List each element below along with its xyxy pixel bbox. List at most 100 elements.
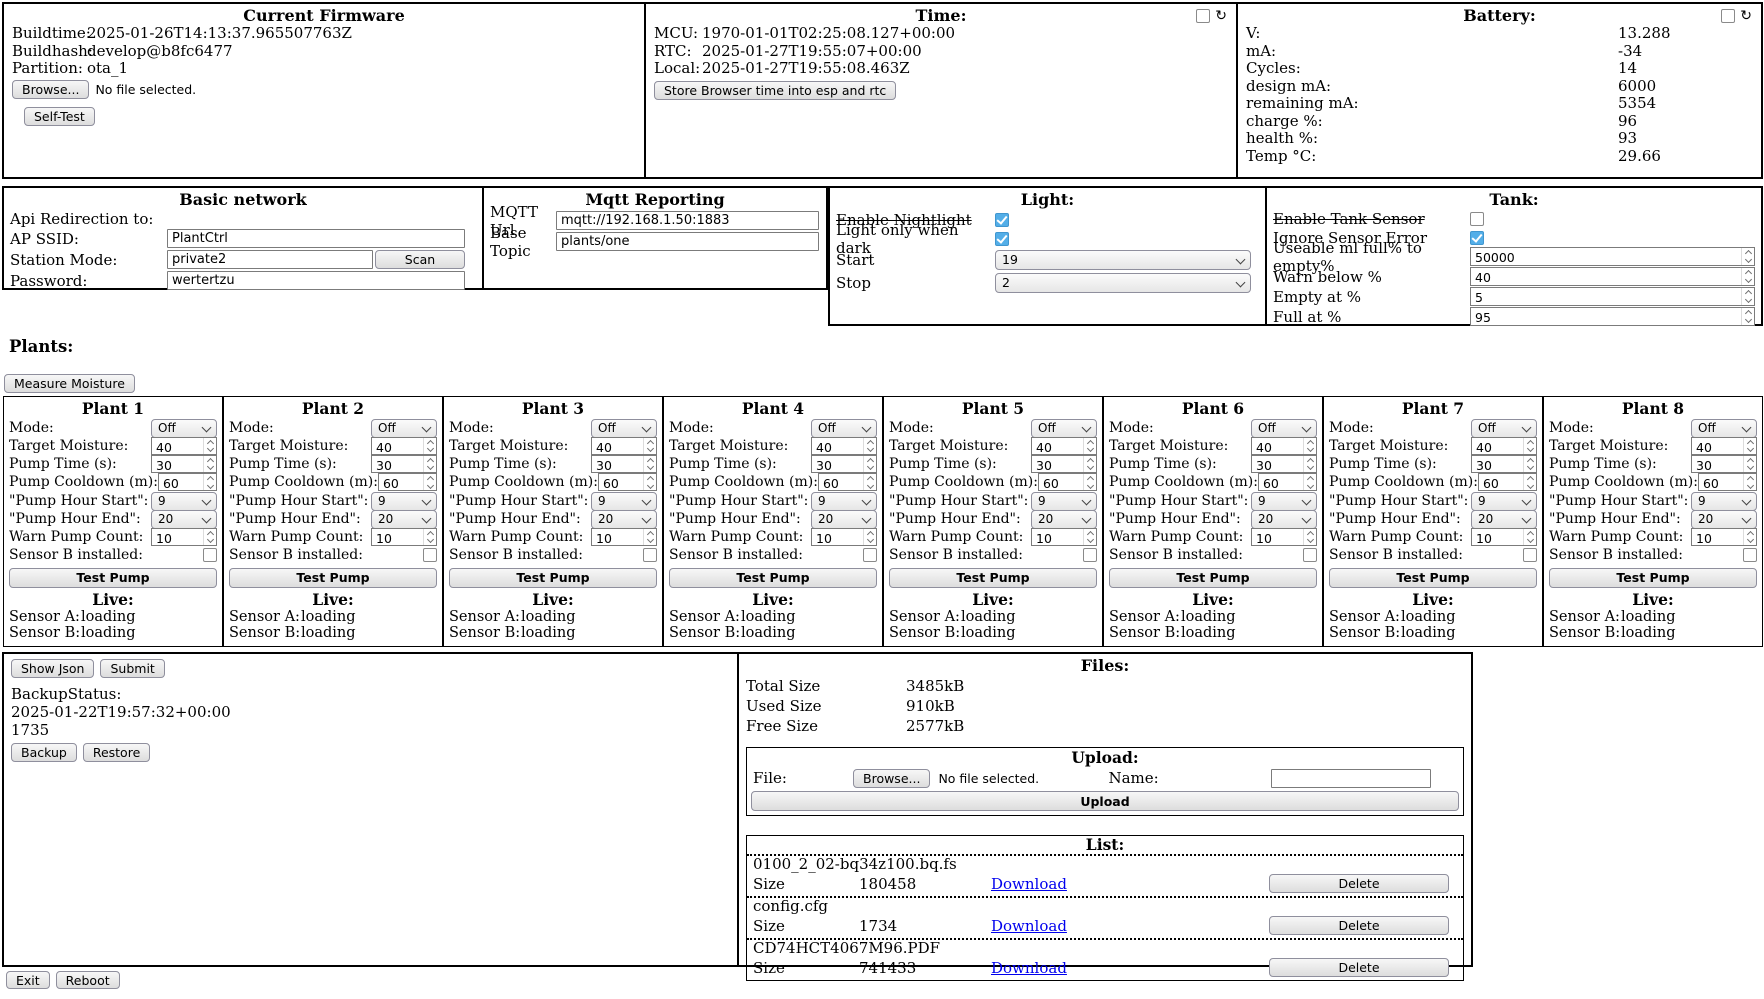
test-pump-button[interactable]: Test Pump — [9, 568, 217, 588]
empty-at-input[interactable] — [1471, 289, 1754, 306]
download-link[interactable]: Download — [991, 959, 1067, 977]
refresh-icon[interactable]: ↻ — [1215, 9, 1227, 23]
spinner-icon[interactable] — [863, 456, 876, 472]
measure-moisture-button[interactable]: Measure Moisture — [4, 374, 135, 393]
ap-ssid-input[interactable] — [167, 229, 465, 248]
password-input[interactable] — [167, 271, 465, 290]
self-test-button[interactable]: Self-Test — [24, 107, 95, 126]
download-link[interactable]: Download — [991, 875, 1067, 893]
spinner-icon[interactable] — [1741, 288, 1754, 305]
spinner-icon[interactable] — [1083, 474, 1096, 490]
submit-button[interactable]: Submit — [100, 659, 164, 678]
spinner-icon[interactable] — [1083, 438, 1096, 454]
plant-8-select[interactable]: 20 — [1691, 510, 1757, 529]
spinner-icon[interactable] — [1743, 474, 1756, 490]
spinner-icon[interactable] — [1741, 268, 1754, 285]
spinner-icon[interactable] — [1303, 474, 1316, 490]
test-pump-button[interactable]: Test Pump — [669, 568, 877, 588]
time-auto-refresh-checkbox[interactable] — [1196, 9, 1210, 23]
spinner-icon[interactable] — [1523, 438, 1536, 454]
spinner-icon[interactable] — [1083, 456, 1096, 472]
refresh-icon[interactable]: ↻ — [1740, 9, 1752, 23]
plant-4-select[interactable]: 20 — [811, 510, 877, 529]
spinner-icon[interactable] — [1303, 529, 1316, 545]
restore-button[interactable]: Restore — [83, 743, 150, 762]
upload-name-input[interactable] — [1271, 769, 1431, 788]
spinner-icon[interactable] — [1083, 529, 1096, 545]
plant-2-select[interactable]: 20 — [371, 510, 437, 529]
plant-8-sensor-b-checkbox[interactable] — [1743, 548, 1757, 562]
plant-3-sensor-b-checkbox[interactable] — [643, 548, 657, 562]
test-pump-button[interactable]: Test Pump — [1329, 568, 1537, 588]
spinner-icon[interactable] — [1741, 308, 1754, 325]
light-stop-select[interactable]: 2 — [995, 273, 1251, 293]
store-browser-time-button[interactable]: Store Browser time into esp and rtc — [654, 81, 896, 100]
full-at-input[interactable] — [1471, 309, 1754, 326]
spinner-icon[interactable] — [1743, 438, 1756, 454]
plant-1-sensor-b-checkbox[interactable] — [203, 548, 217, 562]
plant-5-select[interactable]: 9 — [1031, 492, 1097, 511]
spinner-icon[interactable] — [1303, 456, 1316, 472]
plant-2-sensor-b-checkbox[interactable] — [423, 548, 437, 562]
plant-5-select[interactable]: 20 — [1031, 510, 1097, 529]
plant-3-select[interactable]: 9 — [591, 492, 657, 511]
spinner-icon[interactable] — [1303, 438, 1316, 454]
plant-4-sensor-b-checkbox[interactable] — [863, 548, 877, 562]
spinner-icon[interactable] — [203, 438, 216, 454]
firmware-browse-button[interactable]: Browse... — [12, 80, 89, 99]
enable-tank-sensor-checkbox[interactable] — [1470, 212, 1484, 226]
base-topic-input[interactable] — [556, 232, 819, 251]
reboot-button[interactable]: Reboot — [56, 971, 120, 989]
useable-ml-input[interactable] — [1471, 249, 1754, 266]
upload-browse-button[interactable]: Browse... — [853, 769, 930, 788]
plant-2-select[interactable]: Off — [371, 419, 437, 438]
download-link[interactable]: Download — [991, 917, 1067, 935]
spinner-icon[interactable] — [1743, 529, 1756, 545]
plant-1-select[interactable]: 9 — [151, 492, 217, 511]
plant-6-sensor-b-checkbox[interactable] — [1303, 548, 1317, 562]
upload-button[interactable]: Upload — [751, 791, 1459, 811]
plant-8-select[interactable]: 9 — [1691, 492, 1757, 511]
spinner-icon[interactable] — [643, 529, 656, 545]
test-pump-button[interactable]: Test Pump — [1549, 568, 1757, 588]
spinner-icon[interactable] — [1523, 474, 1536, 490]
spinner-icon[interactable] — [423, 456, 436, 472]
warn-below-input[interactable] — [1471, 269, 1754, 286]
spinner-icon[interactable] — [423, 529, 436, 545]
test-pump-button[interactable]: Test Pump — [1109, 568, 1317, 588]
spinner-icon[interactable] — [203, 529, 216, 545]
spinner-icon[interactable] — [643, 438, 656, 454]
light-only-dark-checkbox[interactable] — [995, 232, 1009, 246]
mqtt-url-input[interactable] — [556, 211, 819, 230]
plant-4-select[interactable]: Off — [811, 419, 877, 438]
plant-6-select[interactable]: 9 — [1251, 492, 1317, 511]
spinner-icon[interactable] — [423, 474, 436, 490]
spinner-icon[interactable] — [203, 456, 216, 472]
plant-1-select[interactable]: 20 — [151, 510, 217, 529]
light-start-select[interactable]: 19 — [995, 250, 1251, 270]
spinner-icon[interactable] — [863, 529, 876, 545]
plant-5-sensor-b-checkbox[interactable] — [1083, 548, 1097, 562]
plant-6-select[interactable]: Off — [1251, 419, 1317, 438]
plant-8-select[interactable]: Off — [1691, 419, 1757, 438]
station-mode-input[interactable] — [167, 250, 373, 269]
delete-button[interactable]: Delete — [1269, 916, 1449, 935]
plant-5-select[interactable]: Off — [1031, 419, 1097, 438]
plant-4-select[interactable]: 9 — [811, 492, 877, 511]
test-pump-button[interactable]: Test Pump — [449, 568, 657, 588]
plant-3-select[interactable]: 20 — [591, 510, 657, 529]
exit-button[interactable]: Exit — [6, 971, 50, 989]
plant-1-select[interactable]: Off — [151, 419, 217, 438]
scan-button[interactable]: Scan — [375, 250, 465, 269]
plant-7-sensor-b-checkbox[interactable] — [1523, 548, 1537, 562]
test-pump-button[interactable]: Test Pump — [229, 568, 437, 588]
spinner-icon[interactable] — [203, 474, 216, 490]
plant-2-select[interactable]: 9 — [371, 492, 437, 511]
plant-3-select[interactable]: Off — [591, 419, 657, 438]
backup-button[interactable]: Backup — [11, 743, 77, 762]
spinner-icon[interactable] — [1523, 456, 1536, 472]
show-json-button[interactable]: Show Json — [11, 659, 94, 678]
ignore-sensor-error-checkbox[interactable] — [1470, 231, 1484, 245]
enable-nightlight-checkbox[interactable] — [995, 213, 1009, 227]
plant-6-select[interactable]: 20 — [1251, 510, 1317, 529]
